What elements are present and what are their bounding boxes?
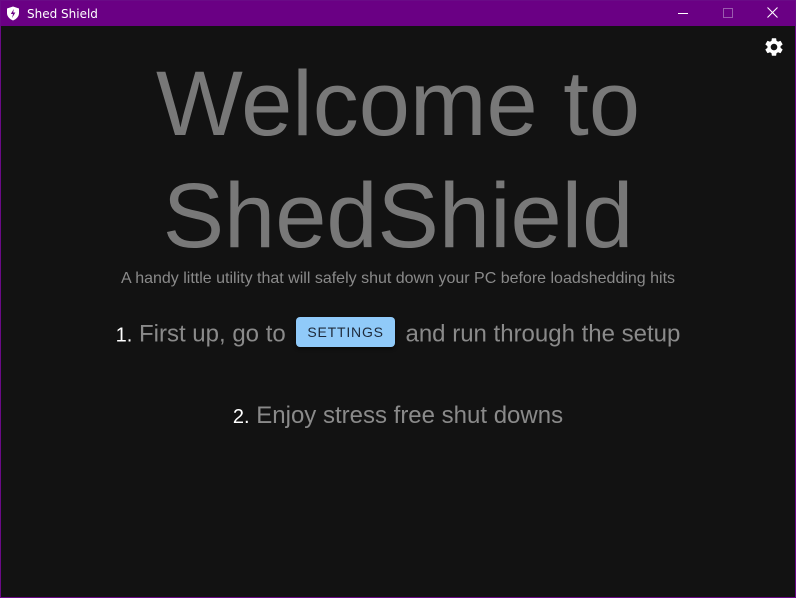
step-2-text: Enjoy stress free shut downs [256,402,564,429]
app-window: Shed Shield Welcome to ShedShield A hand… [0,0,796,598]
welcome-heading-line2: ShedShield [162,165,634,267]
step-1-text-before: First up, go to [138,320,286,348]
main-content: Welcome to ShedShield A handy little uti… [1,26,795,597]
welcome-heading-line1: Welcome to [155,53,641,155]
step-2: 2. Enjoy stress free shut downs [1,402,795,430]
window-controls [660,1,795,26]
window-title: Shed Shield [27,6,98,21]
step-1-number: 1. [115,324,133,347]
shield-logo-icon [5,6,21,22]
welcome-heading: Welcome to ShedShield [1,48,795,272]
maximize-icon [722,5,733,23]
settings-button[interactable]: SETTINGS [296,317,395,347]
subtitle: A handy little utility that will safely … [120,270,676,287]
minimize-icon [677,5,688,23]
close-icon [767,5,778,23]
maximize-button[interactable] [705,1,750,26]
step-1-text-after: and run through the setup [405,320,681,348]
step-1: 1. First up, go to SETTINGS and run thro… [1,317,795,350]
minimize-button[interactable] [660,1,705,26]
title-bar[interactable]: Shed Shield [1,1,795,26]
close-button[interactable] [750,1,795,26]
step-2-number: 2. [232,406,250,428]
